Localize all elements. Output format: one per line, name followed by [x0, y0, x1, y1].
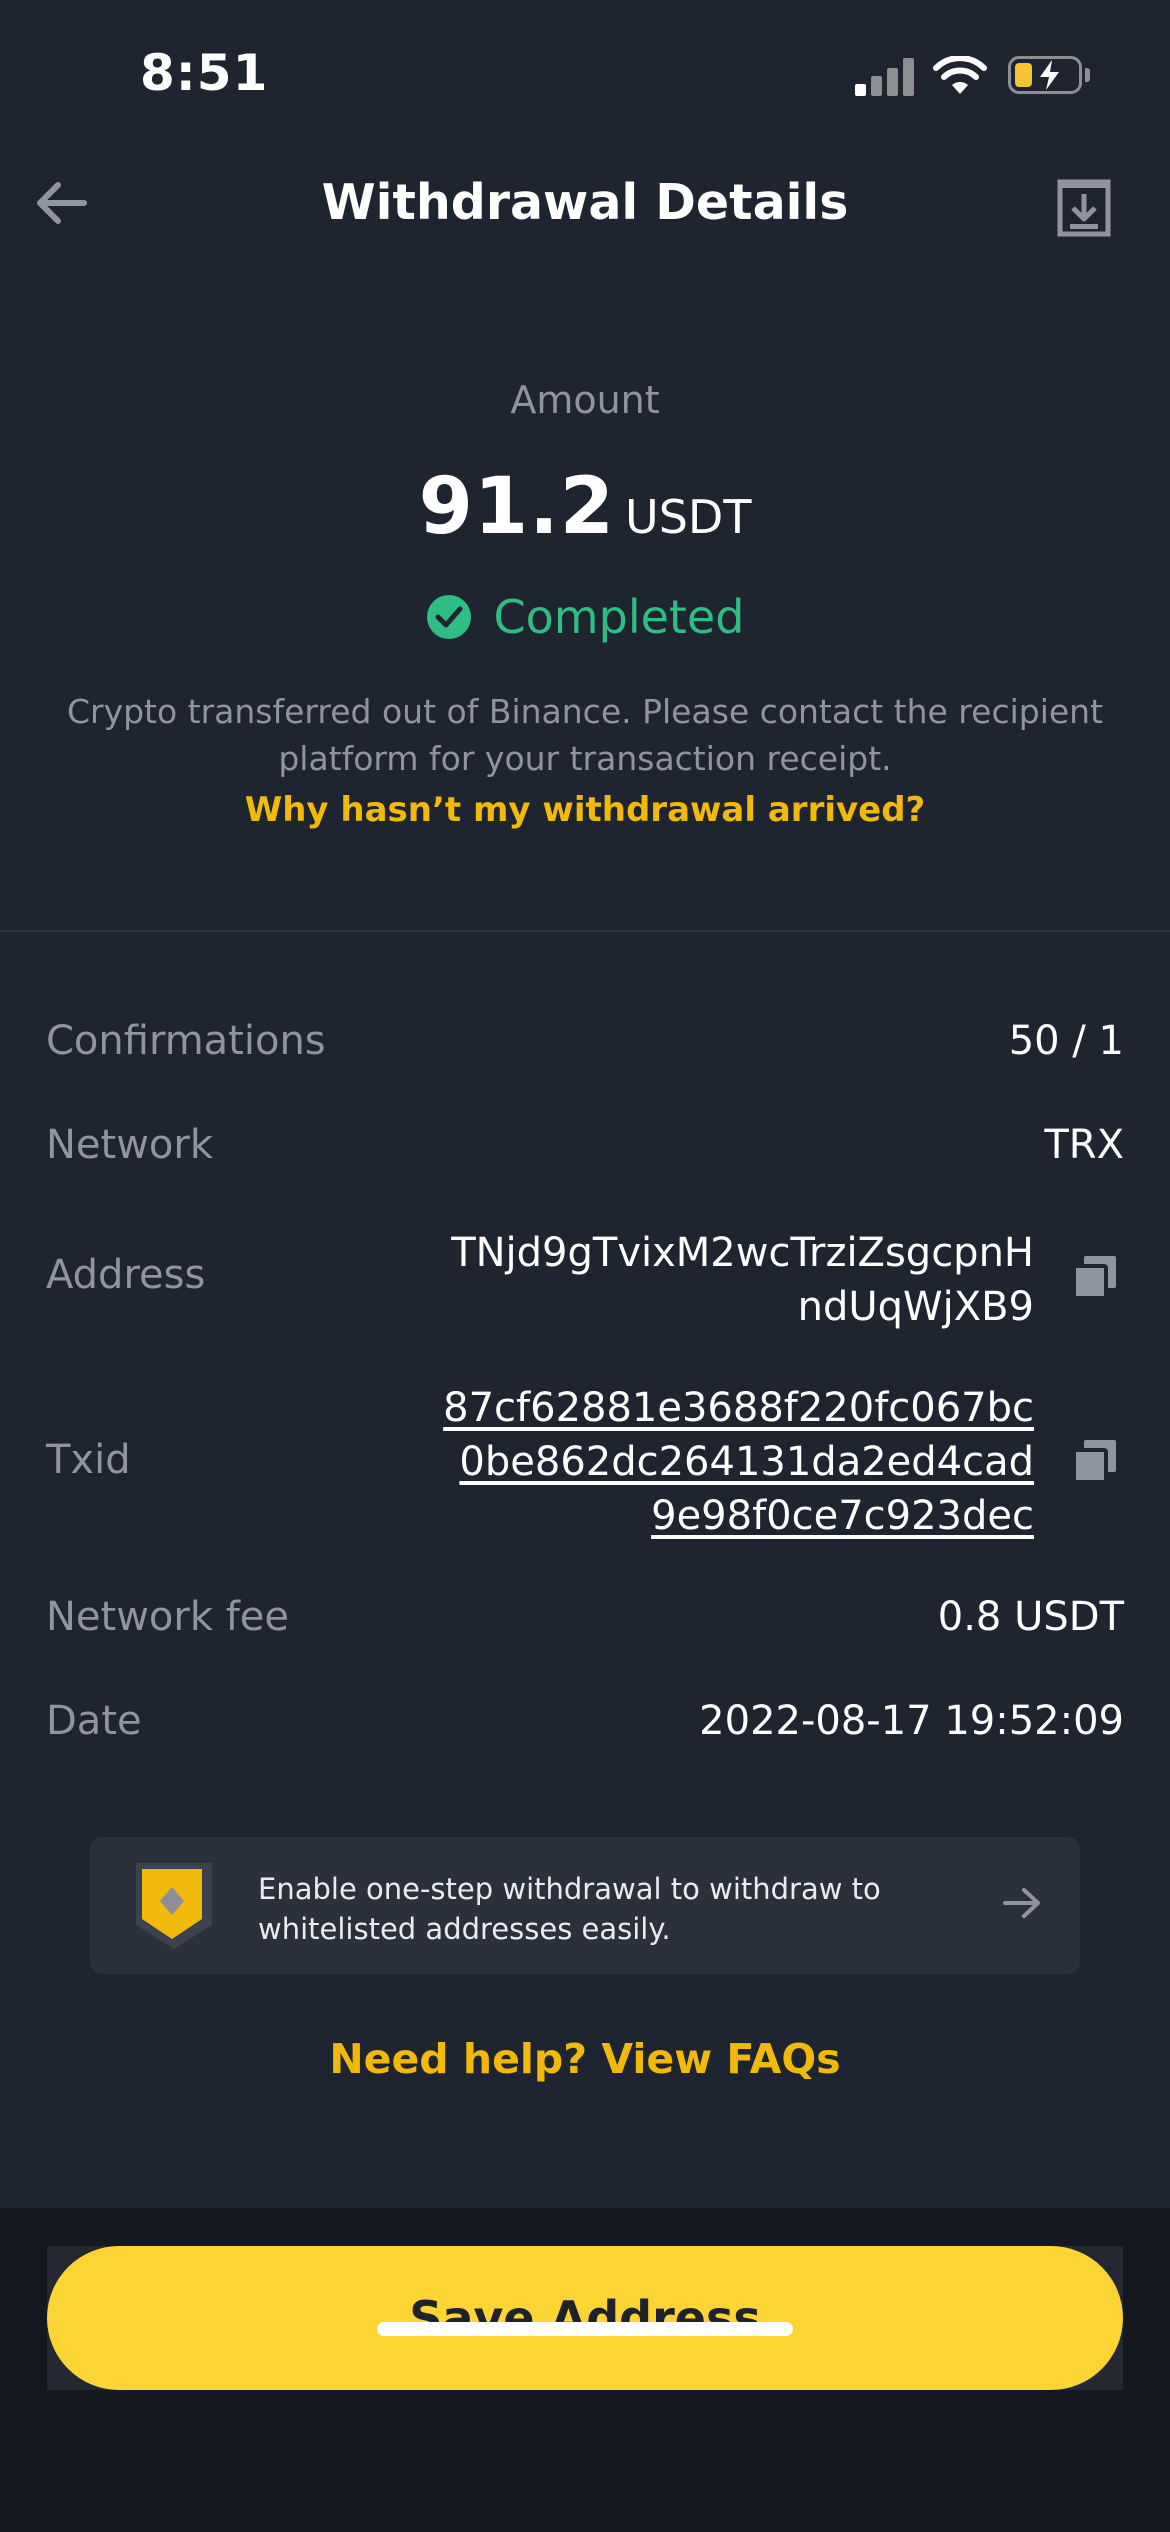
- confirmations-value: 50 / 1: [1008, 1018, 1124, 1064]
- wifi-icon: [933, 56, 987, 94]
- status-bar: 8:51: [0, 0, 1170, 150]
- arrow-right-icon: [1003, 1888, 1040, 1918]
- status-description: Crypto transferred out of Binance. Pleas…: [66, 692, 1104, 778]
- date-value: 2022-08-17 19:52:09: [699, 1698, 1124, 1744]
- confirmations-label: Confirmations: [46, 1018, 326, 1064]
- shield-icon: [136, 1863, 212, 1949]
- copy-address-icon[interactable]: [1072, 1254, 1118, 1300]
- network-fee-label: Network fee: [46, 1594, 290, 1640]
- signal-icon: [855, 58, 915, 96]
- bottom-bar: Save Address: [0, 2208, 1170, 2532]
- status-time: 8:51: [140, 44, 269, 102]
- battery-icon: [1008, 56, 1082, 94]
- faq-link[interactable]: Need help? View FAQs: [0, 2035, 1170, 2083]
- address-label: Address: [46, 1252, 206, 1298]
- amount: 91.2 USDT: [0, 462, 1170, 552]
- network-value: TRX: [1044, 1122, 1124, 1168]
- amount-unit: USDT: [625, 490, 752, 544]
- date-label: Date: [46, 1698, 142, 1744]
- one-step-withdrawal-banner[interactable]: Enable one-step withdrawal to withdraw t…: [90, 1837, 1080, 1974]
- save-address-button[interactable]: Save Address: [47, 2246, 1123, 2390]
- status-text: Completed: [493, 590, 745, 644]
- home-indicator: [377, 2322, 793, 2336]
- txid-label: Txid: [46, 1437, 131, 1483]
- check-circle-icon: [426, 594, 471, 639]
- download-icon[interactable]: [1056, 178, 1112, 238]
- banner-text: Enable one-step withdrawal to withdraw t…: [258, 1872, 881, 1946]
- header: Withdrawal Details: [0, 160, 1170, 250]
- network-fee-value: 0.8 USDT: [937, 1594, 1124, 1640]
- amount-value: 91.2: [418, 462, 616, 552]
- address-value: TNjd9gTvixM2wcTrziZsgcpnHndUqWjXB9: [451, 1230, 1034, 1330]
- txid-link[interactable]: 87cf62881e3688f220fc067bc0be862dc264131d…: [434, 1381, 1034, 1543]
- status-badge: Completed: [0, 590, 1170, 644]
- page-title: Withdrawal Details: [321, 174, 849, 231]
- copy-txid-icon[interactable]: [1072, 1438, 1118, 1484]
- divider: [0, 930, 1170, 932]
- amount-label: Amount: [510, 378, 660, 422]
- network-label: Network: [46, 1122, 214, 1168]
- withdrawal-help-link[interactable]: Why hasn’t my withdrawal arrived?: [0, 790, 1170, 830]
